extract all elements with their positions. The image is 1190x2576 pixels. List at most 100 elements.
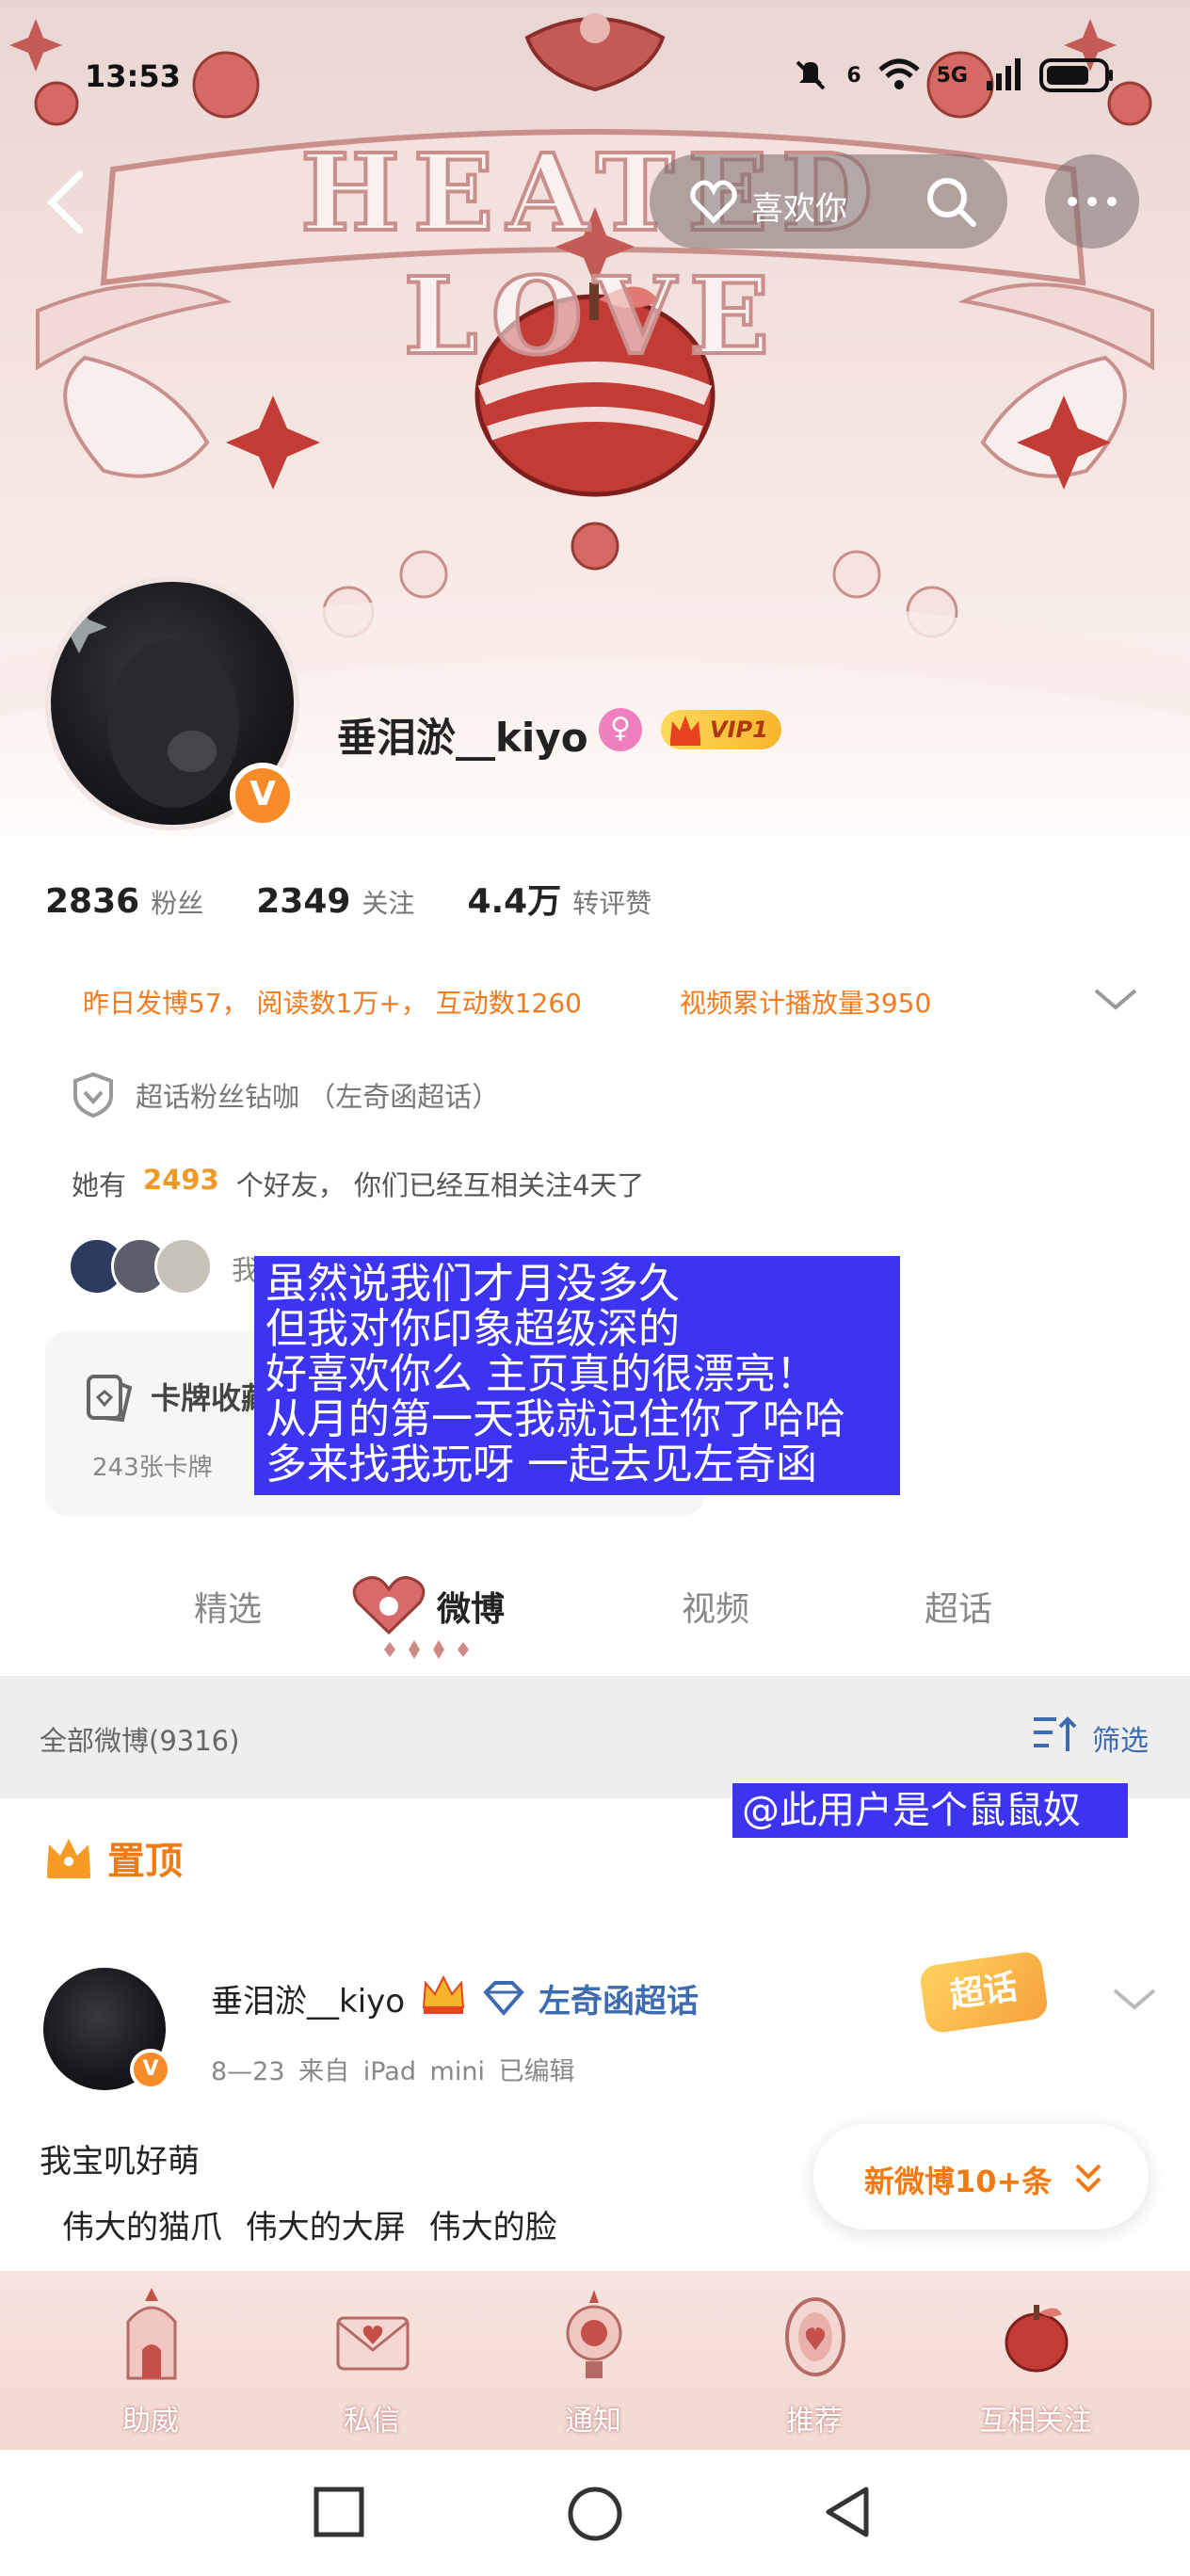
search-icon[interactable] bbox=[923, 173, 979, 230]
stat-number: 4.4万 bbox=[467, 882, 562, 921]
stat-following[interactable]: 2349 关注 bbox=[256, 882, 414, 921]
filter-bar: 全部微博(9316) 筛选 bbox=[0, 1676, 1190, 1798]
nav-recommend[interactable]: 推荐 bbox=[720, 2271, 909, 2450]
shield-icon bbox=[73, 1071, 113, 1119]
diamond-icon bbox=[483, 1981, 524, 2017]
back-button[interactable] bbox=[38, 165, 94, 240]
heart-ornament-icon bbox=[352, 1576, 426, 1635]
nav-mutual-follow[interactable]: 互相关注 bbox=[941, 2271, 1130, 2450]
caption-line: 但我对你印象超级深的 bbox=[265, 1305, 680, 1353]
more-dot-icon bbox=[1107, 197, 1117, 206]
network-label: 5G bbox=[936, 63, 968, 88]
crown-icon bbox=[422, 1974, 465, 2014]
pinned-header: 置顶 bbox=[43, 1830, 183, 1885]
home-icon[interactable] bbox=[565, 2484, 625, 2544]
caption-line: 好喜欢你么 主页真的很漂亮！ bbox=[265, 1350, 817, 1398]
video-play-count: 视频累计播放量3950 bbox=[680, 988, 932, 1019]
vip-badge[interactable]: VIP1 bbox=[661, 710, 781, 749]
pinned-label: 置顶 bbox=[107, 1840, 183, 1883]
filter-button[interactable]: 筛选 bbox=[1092, 1717, 1149, 1759]
stat-label: 转评赞 bbox=[572, 888, 652, 919]
yesterday-activity: 昨日发博57， 阅读数1万+， 互动数1260 bbox=[83, 988, 582, 1019]
tab-weibo[interactable]: 微博 bbox=[437, 1582, 505, 1631]
chevron-down-icon[interactable] bbox=[1092, 985, 1139, 1013]
castle-icon bbox=[126, 2288, 177, 2380]
signal-small-label: 6 bbox=[846, 63, 861, 88]
apple-icon bbox=[1005, 2305, 1069, 2373]
nav-label: 私信 bbox=[344, 2405, 400, 2438]
avatar bbox=[154, 1237, 213, 1296]
crown-icon bbox=[670, 716, 700, 746]
signal-bars-icon bbox=[987, 58, 1021, 90]
mutual-avatars[interactable] bbox=[68, 1237, 213, 1296]
status-icons: 6 5G bbox=[792, 56, 1115, 94]
tab-active-indicator bbox=[384, 1640, 469, 1659]
bottom-nav: 助威 私信 通知 推荐 互相关注 bbox=[0, 2271, 1190, 2450]
post-text: 我宝叽好萌 bbox=[40, 2143, 200, 2181]
friends-count[interactable]: 2493 bbox=[143, 1164, 219, 1203]
back-triangle-icon[interactable] bbox=[819, 2484, 876, 2540]
nav-messages[interactable]: 私信 bbox=[278, 2271, 466, 2450]
post-text: 伟大的猫爪 伟大的大屏 伟大的脸 bbox=[62, 2209, 557, 2246]
friends-suffix: 个好友， 你们已经互相关注4天了 bbox=[235, 1169, 645, 1201]
back-arrow-icon bbox=[47, 170, 84, 234]
chaohua-fan-level[interactable]: 超话粉丝钻咖 （左奇函超话） bbox=[72, 1071, 499, 1119]
post-author-name[interactable]: 垂泪淤__kiyo bbox=[211, 1975, 405, 2021]
battery-icon bbox=[1039, 58, 1113, 92]
new-posts-button[interactable]: 新微博10+条 bbox=[813, 2124, 1149, 2230]
status-time: 13:53 bbox=[85, 58, 181, 94]
profile-stats: 2836 粉丝 2349 关注 4.4万 转评赞 bbox=[45, 874, 704, 923]
profile-name: 垂泪淤__kiyo bbox=[337, 715, 588, 761]
verified-badge: V bbox=[230, 763, 296, 829]
filter-sort-icon bbox=[1034, 1716, 1077, 1751]
more-dot-icon bbox=[1087, 197, 1097, 206]
more-menu-button[interactable] bbox=[1045, 154, 1139, 249]
caption-tag: @此用户是个鼠鼠奴 bbox=[732, 1783, 1128, 1838]
caption-overlay: 虽然说我们才月没多久 但我对你印象超级深的 好喜欢你么 主页真的很漂亮！ 从月的… bbox=[254, 1256, 900, 1495]
like-search-pill: 喜欢你 bbox=[650, 154, 1007, 249]
all-weibo-count[interactable]: 全部微博(9316) bbox=[40, 1719, 239, 1759]
verified-badge: V bbox=[130, 2049, 171, 2090]
nav-label: 助威 bbox=[122, 2405, 179, 2438]
lamp-icon bbox=[566, 2290, 622, 2378]
mute-icon bbox=[796, 60, 826, 90]
tab-chaohua[interactable]: 超话 bbox=[925, 1582, 992, 1631]
chaohua-badge: 超话 bbox=[918, 1950, 1050, 2035]
friends-prefix: 她有 bbox=[72, 1169, 127, 1201]
stat-followers[interactable]: 2836 粉丝 bbox=[45, 882, 203, 921]
nav-notifications[interactable]: 通知 bbox=[499, 2271, 687, 2450]
stat-number: 2836 bbox=[45, 882, 140, 921]
stat-label: 关注 bbox=[362, 888, 415, 919]
post-topic-link[interactable]: 左奇函超话 bbox=[539, 1975, 699, 2021]
like-hand-icon[interactable] bbox=[687, 175, 740, 228]
more-dot-icon bbox=[1068, 197, 1077, 206]
nav-cheer[interactable]: 助威 bbox=[56, 2271, 245, 2450]
mirror-icon bbox=[785, 2297, 845, 2376]
nav-label: 推荐 bbox=[786, 2405, 843, 2438]
vip-label: VIP1 bbox=[710, 716, 768, 743]
caption-line: 从月的第一天我就记住你了哈哈 bbox=[265, 1395, 845, 1443]
card-icon bbox=[87, 1375, 133, 1423]
stat-label: 粉丝 bbox=[151, 888, 204, 919]
recent-apps-icon[interactable] bbox=[311, 2484, 367, 2540]
crown-icon bbox=[47, 1839, 90, 1878]
wifi-icon bbox=[877, 58, 920, 89]
system-nav-bar bbox=[0, 2450, 1190, 2576]
stat-number: 2349 bbox=[256, 882, 351, 921]
nav-label: 通知 bbox=[565, 2405, 621, 2438]
card-title: 卡牌收藏 bbox=[151, 1380, 272, 1416]
new-posts-label: 新微博10+条 bbox=[864, 2164, 1053, 2199]
tab-video[interactable]: 视频 bbox=[682, 1582, 749, 1631]
tab-featured[interactable]: 精选 bbox=[194, 1582, 262, 1631]
chevron-down-icon[interactable] bbox=[1111, 1985, 1158, 2013]
stat-interactions[interactable]: 4.4万 转评赞 bbox=[467, 874, 651, 923]
chaohua-fan-text: 超话粉丝钻咖 （左奇函超话） bbox=[136, 1081, 500, 1113]
like-button[interactable]: 喜欢你 bbox=[751, 183, 847, 229]
post-meta: 8—23 来自 iPad mini 已编辑 bbox=[211, 2057, 575, 2086]
card-count: 243张卡牌 bbox=[92, 1454, 213, 1482]
profile-tabs: 精选 微博 视频 超话 bbox=[0, 1563, 1190, 1666]
double-chevron-down-icon bbox=[1075, 2164, 1102, 2193]
status-bar: 13:53 6 5G bbox=[0, 47, 1190, 104]
nav-label: 互相关注 bbox=[979, 2405, 1092, 2438]
caption-line: 多来找我玩呀 一起去见左奇函 bbox=[265, 1441, 817, 1489]
